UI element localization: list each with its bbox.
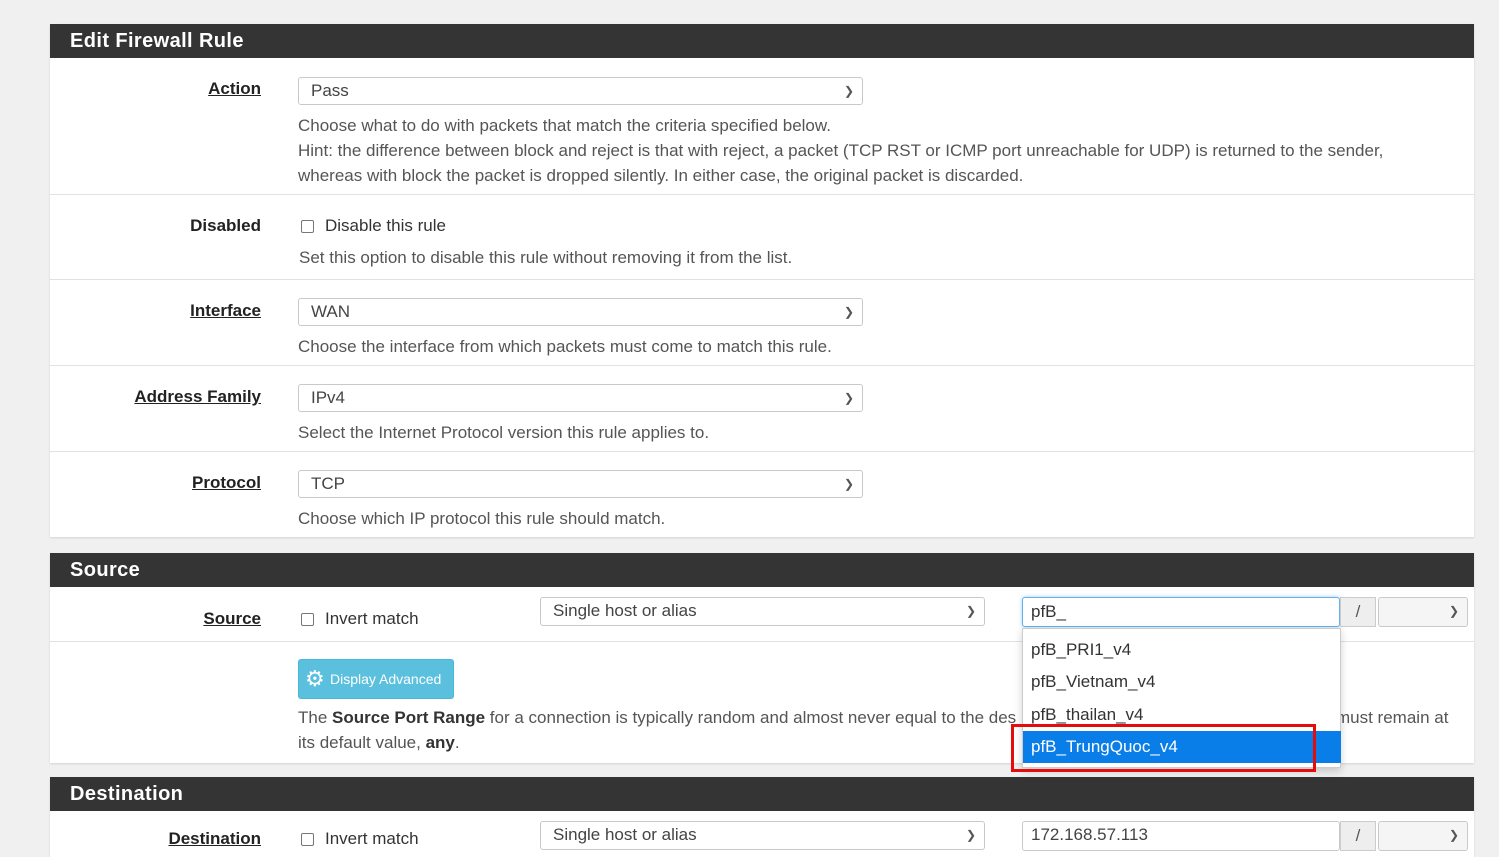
- interface-row: Interface WAN ❯ Choose the interface fro…: [50, 279, 1474, 366]
- help-text-end: must remain at: [1336, 708, 1449, 727]
- destination-invert-checkbox[interactable]: [301, 833, 314, 846]
- destination-mask-separator: /: [1340, 821, 1376, 851]
- interface-help: Choose the interface from which packets …: [298, 337, 832, 356]
- help-text-pre: The: [298, 708, 333, 727]
- address-family-help: Select the Internet Protocol version thi…: [298, 423, 710, 442]
- interface-label[interactable]: Interface: [190, 301, 261, 321]
- destination-panel-title: Destination: [50, 777, 1474, 811]
- source-type-select[interactable]: Single host or alias ❯: [540, 597, 985, 626]
- source-type-select-value: Single host or alias: [553, 601, 697, 620]
- address-family-select-value: IPv4: [311, 388, 346, 407]
- chevron-down-icon: ❯: [1448, 604, 1459, 618]
- chevron-down-icon: ❯: [843, 391, 854, 405]
- destination-panel: Destination Destination Invert match Sin…: [50, 777, 1474, 857]
- autocomplete-option[interactable]: pfB_Vietnam_v4: [1023, 666, 1340, 698]
- disabled-row: Disabled Disable this rule Set this opti…: [50, 194, 1474, 280]
- autocomplete-option[interactable]: pfB_PRI1_v4: [1023, 634, 1340, 666]
- annotation-highlight-box: [1011, 724, 1316, 772]
- address-family-select[interactable]: IPv4 ❯: [298, 384, 863, 412]
- edit-rule-panel-title: Edit Firewall Rule: [50, 24, 1474, 58]
- disable-rule-checkbox-label[interactable]: Disable this rule: [325, 216, 446, 236]
- source-invert-label[interactable]: Invert match: [325, 609, 419, 629]
- destination-type-select-value: Single host or alias: [553, 825, 697, 844]
- source-label[interactable]: Source: [203, 609, 261, 629]
- help-line2-post: .: [454, 733, 460, 752]
- help-line2-bold: any: [425, 733, 455, 752]
- display-advanced-label: Display Advanced: [330, 671, 442, 687]
- source-mask-select[interactable]: ❯: [1378, 597, 1468, 627]
- source-panel-title: Source: [50, 553, 1474, 587]
- chevron-down-icon: ❯: [1448, 828, 1459, 842]
- help-text-bold: Source Port Range: [332, 708, 486, 727]
- action-help-line3: whereas with block the packet is dropped…: [298, 166, 1024, 185]
- destination-type-select[interactable]: Single host or alias ❯: [540, 821, 985, 850]
- destination-mask-select[interactable]: ❯: [1378, 821, 1468, 851]
- help-text-mid: for a connection is typically random and…: [485, 708, 1017, 727]
- source-mask-separator: /: [1340, 597, 1376, 627]
- action-select-value: Pass: [311, 81, 349, 100]
- edit-rule-panel: Edit Firewall Rule Action Pass ❯ Choose …: [50, 24, 1474, 537]
- destination-row: Destination Invert match Single host or …: [50, 811, 1474, 857]
- interface-select[interactable]: WAN ❯: [298, 298, 863, 326]
- protocol-row: Protocol TCP ❯ Choose which IP protocol …: [50, 451, 1474, 538]
- source-invert-checkbox[interactable]: [301, 613, 314, 626]
- disabled-help: Set this option to disable this rule wit…: [299, 248, 793, 267]
- destination-address-input[interactable]: 172.168.57.113: [1022, 821, 1340, 851]
- action-select[interactable]: Pass ❯: [298, 77, 863, 105]
- chevron-down-icon: ❯: [965, 604, 976, 618]
- chevron-down-icon: ❯: [843, 477, 854, 491]
- action-help-line2: Hint: the difference between block and r…: [298, 141, 1384, 160]
- protocol-label[interactable]: Protocol: [192, 473, 261, 493]
- action-help-line1: Choose what to do with packets that matc…: [298, 116, 831, 135]
- source-address-input[interactable]: pfB_: [1022, 597, 1340, 627]
- chevron-down-icon: ❯: [843, 305, 854, 319]
- gear-icon: ⚙: [305, 666, 325, 691]
- address-family-label[interactable]: Address Family: [134, 387, 261, 407]
- address-family-row: Address Family IPv4 ❯ Select the Interne…: [50, 365, 1474, 452]
- disable-rule-checkbox[interactable]: [301, 220, 314, 233]
- protocol-select-value: TCP: [311, 474, 345, 493]
- help-line2-pre: its default value,: [298, 733, 426, 752]
- disabled-label: Disabled: [190, 216, 261, 235]
- action-row: Action Pass ❯ Choose what to do with pac…: [50, 58, 1474, 194]
- action-help: Choose what to do with packets that matc…: [298, 113, 1383, 188]
- protocol-help: Choose which IP protocol this rule shoul…: [298, 509, 666, 528]
- chevron-down-icon: ❯: [843, 84, 854, 98]
- protocol-select[interactable]: TCP ❯: [298, 470, 863, 498]
- chevron-down-icon: ❯: [965, 828, 976, 842]
- interface-select-value: WAN: [311, 302, 351, 321]
- destination-invert-label[interactable]: Invert match: [325, 829, 419, 849]
- destination-label[interactable]: Destination: [168, 829, 261, 849]
- display-advanced-button[interactable]: ⚙ Display Advanced: [298, 659, 454, 699]
- action-label[interactable]: Action: [208, 79, 261, 99]
